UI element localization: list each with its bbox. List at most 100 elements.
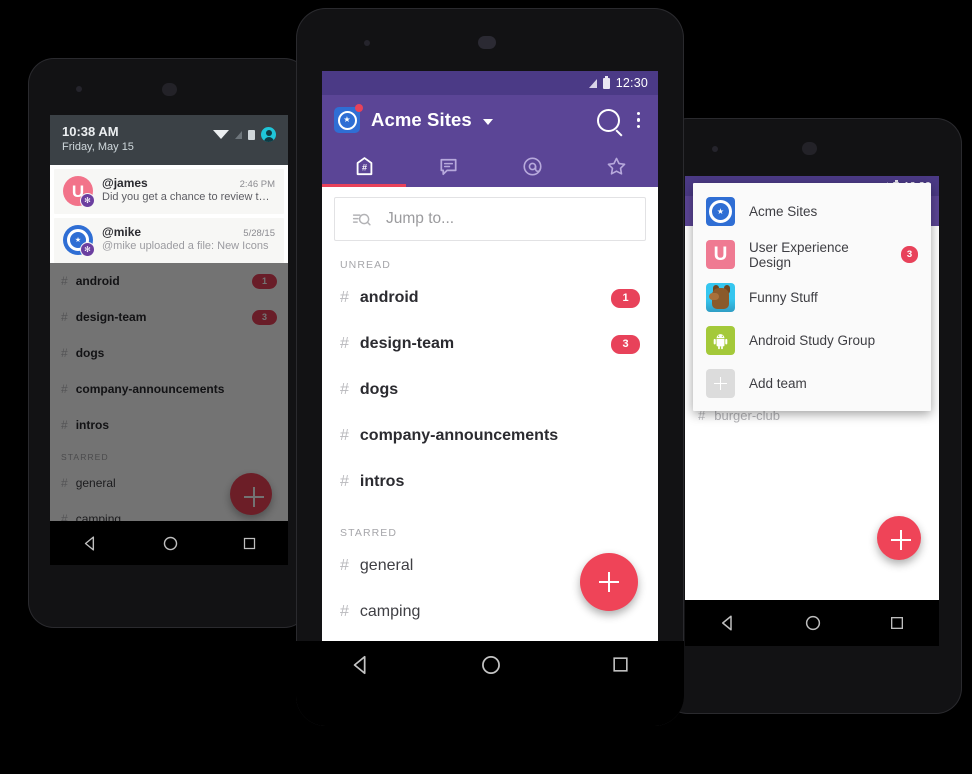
no-signal-icon <box>235 130 242 139</box>
hash-icon: # <box>340 427 349 444</box>
left-phone-screen: 10:38 AM Friday, May 15 U ✻ @james 2:46 … <box>50 115 288 565</box>
plus-icon <box>243 486 264 507</box>
notification-time: 5/28/15 <box>243 228 275 240</box>
more-vertical-icon[interactable] <box>631 111 647 129</box>
channel-name: intros <box>359 473 405 490</box>
notification-sender: @james <box>102 176 148 191</box>
section-header-unread: UNREAD <box>340 259 391 271</box>
recents-square-icon[interactable] <box>242 536 257 551</box>
team-name: User Experience Design <box>749 239 849 270</box>
channel-name: general <box>75 476 116 491</box>
right-phone-screen: 12:30 # company-announcements # intros S… <box>685 176 939 646</box>
battery-icon <box>602 75 610 89</box>
signal-triangle-icon <box>588 78 597 88</box>
back-triangle-icon[interactable] <box>350 654 372 676</box>
channel-row[interactable]: # intros <box>50 407 288 443</box>
shade-clock: 10:38 AM <box>62 124 119 139</box>
home-circle-icon[interactable] <box>480 654 502 676</box>
recents-square-icon[interactable] <box>889 615 905 631</box>
tab-messages[interactable] <box>406 145 490 187</box>
clock-text: 12:30 <box>615 76 648 90</box>
earpiece-speaker <box>162 83 177 96</box>
team-name: Add team <box>749 376 807 391</box>
section-header: STARRED <box>61 452 109 463</box>
speech-bubble-icon <box>439 158 457 175</box>
home-circle-icon[interactable] <box>804 614 822 632</box>
hash-icon: # <box>61 346 68 361</box>
hash-icon: # <box>61 274 68 289</box>
channel-name: intros <box>75 418 110 433</box>
acme-sites-team-icon: ★ <box>706 197 735 226</box>
channel-name: design-team <box>359 335 455 352</box>
channel-row-intros[interactable]: # intros <box>322 459 658 505</box>
chevron-down-icon[interactable] <box>482 118 493 125</box>
new-message-fab[interactable] <box>877 516 921 560</box>
notification-body: @james 2:46 PM Did you get a chance to r… <box>102 176 275 206</box>
plus-icon <box>890 529 911 550</box>
new-message-fab[interactable] <box>580 553 638 611</box>
channel-name: dogs <box>359 381 399 398</box>
search-placeholder: Jump to... <box>386 210 455 227</box>
center-phone-screen: 12:30 ★ Acme Sites # Jump to... UNREAD #… <box>322 71 658 641</box>
unread-badge: 3 <box>611 334 640 354</box>
tab-indicator <box>322 183 406 187</box>
tab-starred[interactable] <box>574 145 658 187</box>
unread-badge: 1 <box>611 288 640 308</box>
notification-time: 2:46 PM <box>239 179 275 191</box>
channel-row-design-team[interactable]: # design-team 3 <box>322 321 658 367</box>
unread-dot-badge <box>355 104 363 112</box>
android-robot-icon <box>706 326 735 355</box>
svg-text:#: # <box>361 162 366 172</box>
new-message-fab[interactable] <box>230 473 272 516</box>
unread-badge: 1 <box>252 273 277 289</box>
channel-row[interactable]: # android 1 <box>50 263 288 299</box>
channel-row[interactable]: # company-announcements <box>50 371 288 407</box>
recents-square-icon[interactable] <box>611 655 630 674</box>
hash-icon: # <box>340 603 349 620</box>
back-triangle-icon[interactable] <box>719 614 737 632</box>
back-triangle-icon[interactable] <box>82 535 99 552</box>
notification-item[interactable]: ★ ✻ @mike 5/28/15 @mike uploaded a file:… <box>54 218 284 264</box>
notification-item[interactable]: U ✻ @james 2:46 PM Did you get a chance … <box>54 169 284 215</box>
home-circle-icon[interactable] <box>162 535 179 552</box>
team-row-acme-sites[interactable]: ★ Acme Sites <box>693 190 931 233</box>
search-icon[interactable] <box>596 108 620 132</box>
notification-shade-header: 10:38 AM Friday, May 15 <box>50 115 288 166</box>
channel-row-company-announcements[interactable]: # company-announcements <box>322 413 658 459</box>
battery-icon <box>248 129 255 140</box>
android-nav-bar <box>296 641 684 726</box>
shade-status-icons <box>213 124 276 142</box>
unread-badge: 3 <box>901 246 918 263</box>
right-phone-device: 12:30 # company-announcements # intros S… <box>662 118 962 714</box>
channel-row-dogs[interactable]: # dogs <box>322 367 658 413</box>
jump-to-icon <box>352 213 371 225</box>
shade-date: Friday, May 15 <box>62 141 134 154</box>
team-switcher-dropdown: ★ Acme Sites U User Experience Design 3 … <box>693 183 931 411</box>
app-bar: ★ Acme Sites <box>322 95 658 145</box>
team-row-funny-stuff[interactable]: Funny Stuff <box>693 276 931 319</box>
channel-name: company-announcements <box>359 427 559 444</box>
channel-row-android[interactable]: # android 1 <box>322 275 658 321</box>
tab-mentions[interactable] <box>490 145 574 187</box>
tab-home[interactable]: # <box>322 145 406 187</box>
team-row-add-team[interactable]: Add team <box>693 362 931 405</box>
notification-sender: @mike <box>102 225 142 240</box>
earpiece-speaker <box>802 142 817 155</box>
channel-name: general <box>359 557 414 574</box>
star-icon <box>607 157 625 175</box>
funny-stuff-team-icon <box>706 283 735 312</box>
team-name: Funny Stuff <box>749 290 818 305</box>
team-row-android-study-group[interactable]: Android Study Group <box>693 319 931 362</box>
channel-row[interactable]: # design-team 3 <box>50 299 288 335</box>
channel-row[interactable]: # dogs <box>50 335 288 371</box>
at-sign-icon <box>522 156 542 176</box>
channel-name: android <box>359 289 419 306</box>
avatar: U ✻ <box>63 176 95 209</box>
team-row-uxd[interactable]: U User Experience Design 3 <box>693 233 931 276</box>
search-input[interactable]: Jump to... <box>334 197 646 241</box>
acme-sites-team-icon[interactable]: ★ <box>334 104 363 133</box>
channel-name: camping <box>359 603 421 620</box>
front-camera-icon <box>76 86 82 92</box>
channel-name: dogs <box>75 346 105 361</box>
user-avatar-icon[interactable] <box>261 127 276 142</box>
